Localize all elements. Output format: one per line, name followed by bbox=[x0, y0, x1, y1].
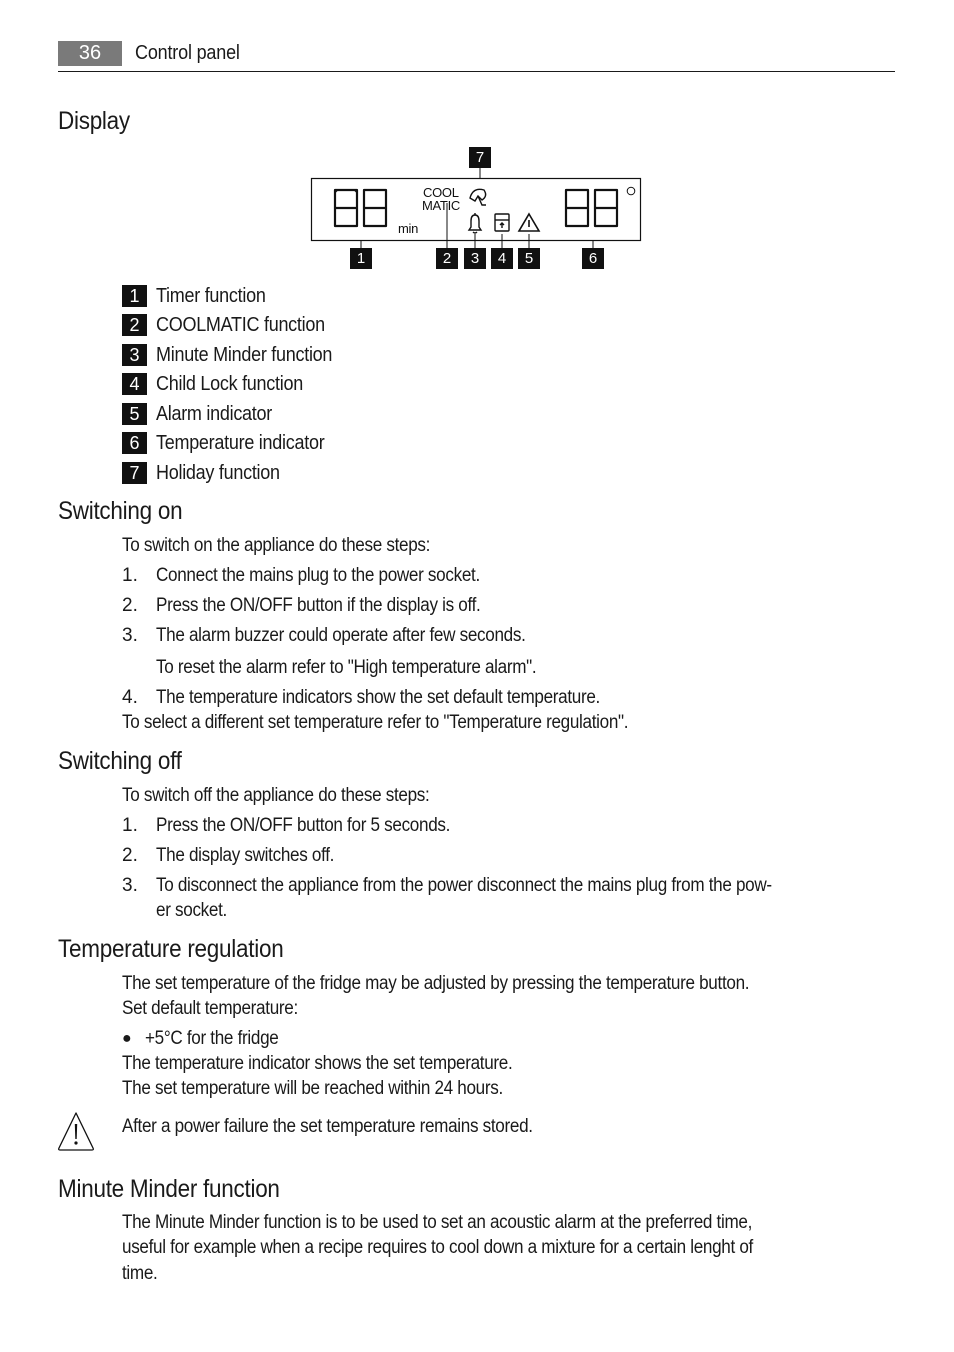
step-text-continued: er socket. bbox=[156, 900, 227, 921]
legend-number: 7 bbox=[122, 462, 147, 484]
switching-off-heading: Switching off bbox=[58, 747, 182, 775]
legend-label: Timer function bbox=[156, 284, 266, 307]
step-number: 1. bbox=[122, 565, 138, 586]
switching-on-intro: To switch on the appliance do these step… bbox=[122, 535, 431, 556]
minute-minder-line-2: useful for example when a recipe require… bbox=[122, 1237, 753, 1258]
lcd-matic-label: MATIC bbox=[422, 198, 460, 213]
temperature-digits bbox=[564, 188, 619, 228]
temperature-bullet: +5°C for the fridge bbox=[145, 1028, 279, 1049]
minute-minder-line-3: time. bbox=[122, 1263, 158, 1284]
holiday-umbrella-icon bbox=[469, 188, 487, 206]
lcd-frame bbox=[310, 177, 642, 242]
lcd-min-label: min bbox=[398, 221, 419, 236]
step-text: To disconnect the appliance from the pow… bbox=[156, 875, 772, 896]
legend-item: 7 Holiday function bbox=[122, 461, 294, 485]
header-divider bbox=[58, 71, 895, 72]
step-number: 4. bbox=[122, 687, 138, 708]
switching-off-intro: To switch off the appliance do these ste… bbox=[122, 785, 430, 806]
legend-number: 5 bbox=[122, 403, 147, 425]
step-text: Connect the mains plug to the power sock… bbox=[156, 565, 480, 586]
step-text: Press the ON/OFF button for 5 seconds. bbox=[156, 815, 451, 836]
legend-number: 3 bbox=[122, 344, 147, 366]
step-number: 3. bbox=[122, 875, 138, 896]
switching-on-outro: To select a different set temperature re… bbox=[122, 712, 629, 733]
warning-icon bbox=[58, 1112, 94, 1151]
minute-minder-line-1: The Minute Minder function is to be used… bbox=[122, 1212, 753, 1233]
legend-number: 2 bbox=[122, 314, 147, 336]
header-section-title: Control panel bbox=[135, 42, 240, 64]
step-text: The temperature indicators show the set … bbox=[156, 687, 600, 708]
step-number: 1. bbox=[122, 815, 138, 836]
legend-number: 1 bbox=[122, 285, 147, 307]
callout-1: 1 bbox=[350, 248, 372, 269]
legend-item: 5 Alarm indicator bbox=[122, 402, 285, 426]
child-lock-icon bbox=[494, 213, 510, 232]
legend-item: 4 Child Lock function bbox=[122, 372, 319, 396]
switching-on-heading: Switching on bbox=[58, 497, 183, 525]
step-text: Press the ON/OFF button if the display i… bbox=[156, 595, 481, 616]
step-number: 3. bbox=[122, 625, 138, 646]
legend-item: 3 Minute Minder function bbox=[122, 343, 352, 367]
legend-label: Child Lock function bbox=[156, 372, 303, 395]
step-number: 2. bbox=[122, 845, 138, 866]
legend-label: Minute Minder function bbox=[156, 343, 333, 366]
warning-note: After a power failure the set temperatur… bbox=[122, 1116, 533, 1137]
legend-number: 4 bbox=[122, 373, 147, 395]
legend-label: Temperature indicator bbox=[156, 431, 325, 454]
minute-minder-heading: Minute Minder function bbox=[58, 1175, 280, 1203]
callout-2: 2 bbox=[436, 248, 458, 269]
display-heading: Display bbox=[58, 107, 130, 135]
callout-5: 5 bbox=[518, 248, 540, 269]
legend-label: COOLMATIC function bbox=[156, 313, 325, 336]
step-number: 2. bbox=[122, 595, 138, 616]
callout-3: 3 bbox=[464, 248, 486, 269]
temperature-para-2: Set default temperature: bbox=[122, 998, 298, 1019]
step-note: To reset the alarm refer to "High temper… bbox=[156, 657, 537, 678]
warning-triangle-icon bbox=[517, 212, 541, 232]
legend-item: 1 Timer function bbox=[122, 284, 278, 308]
legend-item: 2 COOLMATIC function bbox=[122, 313, 344, 337]
legend-number: 6 bbox=[122, 432, 147, 454]
page-number: 36 bbox=[58, 41, 122, 66]
legend-label: Holiday function bbox=[156, 461, 280, 484]
degree-symbol bbox=[626, 186, 636, 196]
callout-7: 7 bbox=[469, 147, 491, 168]
bullet-icon: ● bbox=[122, 1030, 132, 1047]
legend-item: 6 Temperature indicator bbox=[122, 431, 343, 455]
legend-label: Alarm indicator bbox=[156, 402, 273, 425]
display-diagram: min COOL MATIC 7 1 2 3 4 5 6 bbox=[300, 140, 660, 275]
step-text: The alarm buzzer could operate after few… bbox=[156, 625, 526, 646]
temperature-para-3: The temperature indicator shows the set … bbox=[122, 1053, 513, 1074]
temperature-para-1: The set temperature of the fridge may be… bbox=[122, 973, 750, 994]
temperature-regulation-heading: Temperature regulation bbox=[58, 935, 284, 963]
callout-4: 4 bbox=[491, 248, 513, 269]
bell-icon bbox=[467, 213, 483, 234]
temperature-para-4: The set temperature will be reached with… bbox=[122, 1078, 503, 1099]
timer-digits bbox=[333, 188, 388, 228]
callout-6: 6 bbox=[582, 248, 604, 269]
step-text: The display switches off. bbox=[156, 845, 335, 866]
